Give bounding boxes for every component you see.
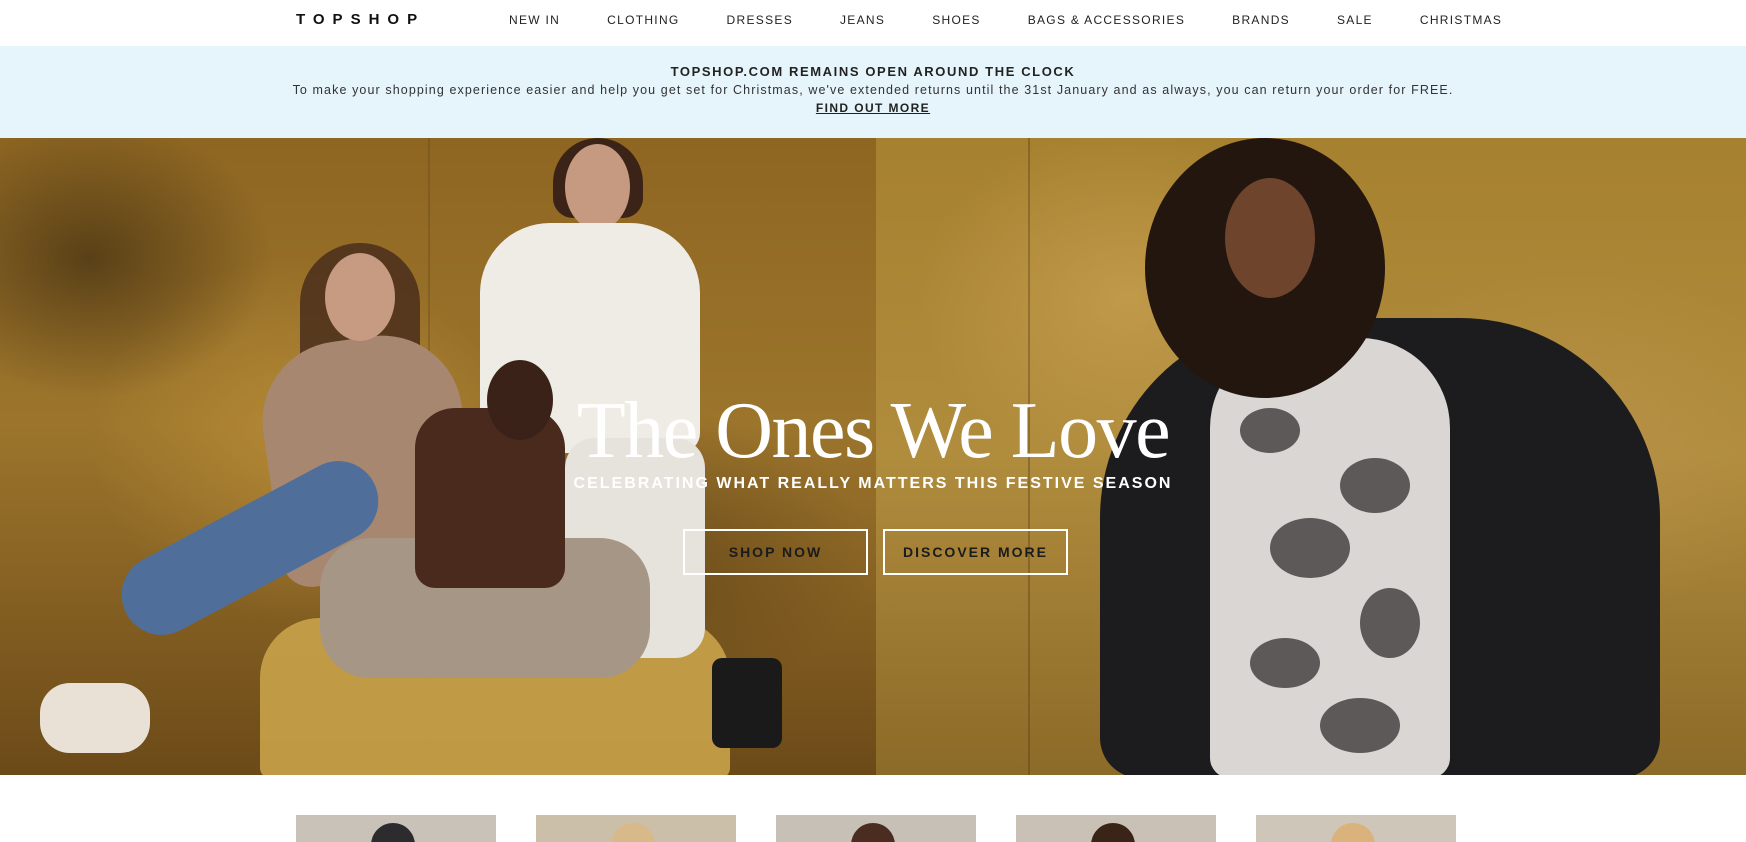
tile-image xyxy=(851,823,895,842)
category-tile[interactable] xyxy=(1016,815,1216,842)
hero-title: The Ones We Love xyxy=(576,387,1171,475)
model-face xyxy=(565,144,630,230)
nav-item-jeans[interactable]: JEANS xyxy=(840,13,885,27)
banner-title: TOPSHOP.COM REMAINS OPEN AROUND THE CLOC… xyxy=(670,64,1076,79)
tile-image xyxy=(371,823,415,842)
category-tile[interactable] xyxy=(1256,815,1456,842)
nav-item-shoes[interactable]: SHOES xyxy=(932,13,981,27)
nav-item-new-in[interactable]: NEW IN xyxy=(509,13,560,27)
nav-item-clothing[interactable]: CLOTHING xyxy=(607,13,679,27)
topshop-logo[interactable]: TOPSHOP xyxy=(296,11,425,28)
find-out-more-link[interactable]: FIND OUT MORE xyxy=(816,101,930,115)
nav-item-sale[interactable]: SALE xyxy=(1337,13,1373,27)
category-tiles xyxy=(296,815,1496,842)
banner-text: To make your shopping experience easier … xyxy=(292,83,1454,97)
category-tile[interactable] xyxy=(536,815,736,842)
nav-item-brands[interactable]: BRANDS xyxy=(1232,13,1290,27)
discover-more-button[interactable]: DISCOVER MORE xyxy=(883,529,1068,575)
tile-image xyxy=(1331,823,1375,842)
nav-links: NEW IN CLOTHING DRESSES JEANS SHOES BAGS… xyxy=(509,13,1549,27)
hero-subtitle: CELEBRATING WHAT REALLY MATTERS THIS FES… xyxy=(573,475,1173,492)
model-face xyxy=(325,253,395,341)
tile-image xyxy=(1091,823,1135,842)
category-tile[interactable] xyxy=(296,815,496,842)
category-tile[interactable] xyxy=(776,815,976,842)
tile-image xyxy=(611,823,655,842)
announcement-banner: TOPSHOP.COM REMAINS OPEN AROUND THE CLOC… xyxy=(0,46,1746,138)
nav-item-christmas[interactable]: CHRISTMAS xyxy=(1420,13,1502,27)
nav-item-dresses[interactable]: DRESSES xyxy=(727,13,793,27)
top-navigation: TOPSHOP NEW IN CLOTHING DRESSES JEANS SH… xyxy=(0,0,1746,46)
nav-item-bags-accessories[interactable]: BAGS & ACCESSORIES xyxy=(1028,13,1185,27)
hero-banner[interactable]: The Ones We Love CELEBRATING WHAT REALLY… xyxy=(0,138,1746,775)
model-face xyxy=(1225,178,1315,298)
shop-now-button[interactable]: SHOP NOW xyxy=(683,529,868,575)
model-boot xyxy=(712,658,782,748)
model-boot xyxy=(40,683,150,753)
